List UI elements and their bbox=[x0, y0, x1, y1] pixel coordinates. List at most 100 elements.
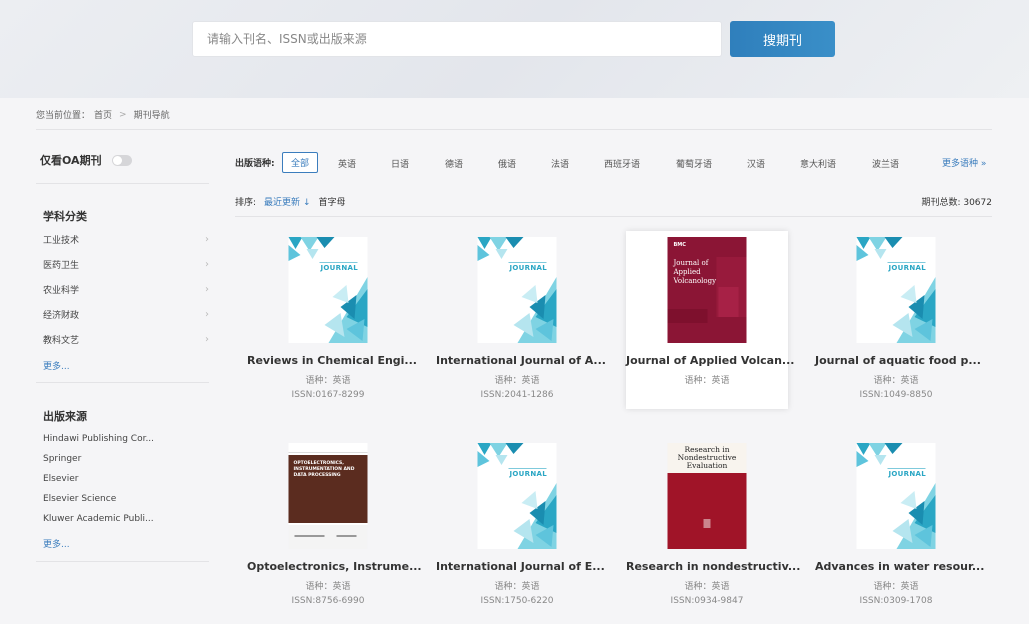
oa-filter: 仅看OA期刊 bbox=[40, 152, 132, 168]
journal-issn: ISSN:0309-1708 bbox=[859, 596, 933, 606]
total-value: 30672 bbox=[963, 198, 992, 208]
breadcrumb-prefix: 您当前位置： bbox=[36, 111, 91, 121]
language-chip[interactable]: 法语 bbox=[551, 157, 569, 170]
language-chip[interactable]: 西班牙语 bbox=[604, 157, 640, 170]
publisher-item[interactable]: Hindawi Publishing Cor... bbox=[43, 434, 209, 444]
oa-label: 仅看OA期刊 bbox=[40, 154, 102, 167]
language-filter-label: 出版语种: bbox=[235, 159, 275, 169]
research-cover-title: Research in Nondestructive Evaluation bbox=[677, 445, 737, 470]
journal-cover-art bbox=[856, 443, 936, 549]
journal-cover-art bbox=[288, 237, 368, 343]
publisher-item[interactable]: Elsevier bbox=[43, 474, 209, 484]
language-chip[interactable]: 汉语 bbox=[747, 157, 765, 170]
subject-item[interactable]: 经济财政 › bbox=[43, 308, 209, 321]
journal-title[interactable]: Research in nondestructiv... bbox=[626, 560, 800, 573]
journal-card[interactable]: BMC Journal of Applied Volcanology Journ… bbox=[626, 231, 794, 409]
journal-cover[interactable]: JOURNAL bbox=[856, 237, 936, 343]
sort-alpha-button[interactable]: 首字母 bbox=[318, 195, 345, 208]
journal-card[interactable]: OPTOELECTRONICS, INSTRUMENTATION AND DAT… bbox=[247, 437, 422, 615]
publisher-item[interactable]: Elsevier Science bbox=[43, 494, 209, 504]
journal-cover[interactable]: Research in Nondestructive Evaluation bbox=[667, 443, 747, 549]
journal-card[interactable]: JOURNAL Advances in water resour... 语种：英语… bbox=[815, 437, 984, 615]
chevron-right-icon: › bbox=[205, 334, 209, 345]
journal-language: 语种：英语 bbox=[305, 582, 351, 592]
divider bbox=[235, 216, 992, 217]
journal-cover[interactable]: BMC Journal of Applied Volcanology bbox=[667, 237, 747, 343]
journal-title[interactable]: Optoelectronics, Instrume... bbox=[247, 560, 422, 573]
journal-issn: ISSN:0167-8299 bbox=[291, 390, 365, 400]
journal-cover[interactable]: JOURNAL bbox=[477, 443, 557, 549]
journal-cover-art bbox=[477, 237, 557, 343]
journal-card[interactable]: JOURNAL Reviews in Chemical Engi... 语种：英语… bbox=[247, 231, 417, 409]
journal-card[interactable]: JOURNAL International Journal of A... 语种：… bbox=[436, 231, 606, 409]
cover-journal-word: JOURNAL bbox=[509, 264, 547, 272]
journal-language: 语种：英语 bbox=[873, 376, 919, 386]
journal-cover[interactable]: JOURNAL bbox=[856, 443, 936, 549]
search-input[interactable] bbox=[192, 21, 722, 57]
journal-title[interactable]: Reviews in Chemical Engi... bbox=[247, 354, 417, 367]
subject-item[interactable]: 农业科学 › bbox=[43, 283, 209, 296]
chevron-right-icon: › bbox=[205, 234, 209, 245]
publisher-item[interactable]: Springer bbox=[43, 454, 209, 464]
language-chip[interactable]: 德语 bbox=[445, 157, 463, 170]
bmc-brand: BMC bbox=[673, 242, 686, 248]
journal-title[interactable]: Journal of Applied Volcan... bbox=[626, 354, 794, 367]
journal-card[interactable]: JOURNAL International Journal of E... 语种：… bbox=[436, 437, 605, 615]
subject-item[interactable]: 教科文艺 › bbox=[43, 333, 209, 346]
subject-item[interactable]: 医药卫生 › bbox=[43, 258, 209, 271]
sort-label: 排序: bbox=[235, 198, 257, 208]
search-button[interactable]: 搜期刊 bbox=[730, 21, 835, 57]
journal-card[interactable]: JOURNAL Journal of aquatic food p... 语种：英… bbox=[815, 231, 981, 409]
divider bbox=[36, 382, 209, 383]
bmc-cover-title: Journal of Applied Volcanology bbox=[673, 259, 717, 285]
more-languages-link[interactable]: 更多语种 » bbox=[942, 156, 986, 169]
language-chip[interactable]: 俄语 bbox=[498, 157, 516, 170]
sort-latest-label: 最近更新 bbox=[264, 198, 301, 208]
divider bbox=[36, 183, 209, 184]
subject-more-link[interactable]: 更多... bbox=[43, 359, 70, 372]
publisher-label: Kluwer Academic Publi... bbox=[43, 514, 154, 524]
cover-journal-word: JOURNAL bbox=[888, 264, 926, 272]
subject-item[interactable]: 工业技术 › bbox=[43, 233, 209, 246]
language-chip-all[interactable]: 全部 bbox=[282, 152, 319, 173]
language-chip[interactable]: 波兰语 bbox=[872, 157, 899, 170]
journal-title[interactable]: International Journal of A... bbox=[436, 354, 606, 367]
journal-title[interactable]: International Journal of E... bbox=[436, 560, 605, 573]
journal-cover[interactable]: OPTOELECTRONICS, INSTRUMENTATION AND DAT… bbox=[288, 443, 368, 549]
language-chip[interactable]: 英语 bbox=[338, 157, 356, 170]
subject-title: 学科分类 bbox=[43, 210, 87, 223]
subject-label: 农业科学 bbox=[43, 286, 80, 296]
chevron-right-icon: › bbox=[205, 259, 209, 270]
total-label: 期刊总数: bbox=[921, 198, 961, 208]
sort-latest-button[interactable]: 最近更新 ↓ bbox=[264, 195, 310, 208]
publisher-label: Elsevier bbox=[43, 474, 79, 484]
publisher-more-link[interactable]: 更多... bbox=[43, 537, 70, 550]
publisher-label: Hindawi Publishing Cor... bbox=[43, 434, 155, 444]
opto-cover-art bbox=[288, 443, 368, 549]
journal-issn: ISSN:2041-1286 bbox=[480, 390, 554, 400]
journal-cover-art bbox=[477, 443, 557, 549]
journal-language: 语种：英语 bbox=[684, 582, 730, 592]
breadcrumb: 您当前位置： 首页 > 期刊导航 bbox=[36, 108, 170, 122]
oa-toggle[interactable] bbox=[111, 154, 132, 166]
journal-cover[interactable]: JOURNAL bbox=[288, 237, 368, 343]
journal-card[interactable]: Research in Nondestructive Evaluation Re… bbox=[626, 437, 800, 615]
arrow-down-icon: ↓ bbox=[302, 198, 311, 208]
publisher-item[interactable]: Kluwer Academic Publi... bbox=[43, 514, 209, 524]
journal-total: 期刊总数: 30672 bbox=[921, 195, 992, 208]
language-chip[interactable]: 意大利语 bbox=[800, 157, 836, 170]
language-chip[interactable]: 葡萄牙语 bbox=[676, 157, 712, 170]
breadcrumb-home[interactable]: 首页 bbox=[94, 108, 112, 121]
subject-label: 医药卫生 bbox=[43, 261, 80, 271]
journal-issn: ISSN:0934-9847 bbox=[670, 596, 744, 606]
journal-title[interactable]: Advances in water resour... bbox=[815, 560, 984, 573]
journal-language: 语种：英语 bbox=[305, 376, 351, 386]
search-banner: 搜期刊 bbox=[0, 0, 1029, 98]
journal-cover[interactable]: JOURNAL bbox=[477, 237, 557, 343]
language-chip[interactable]: 日语 bbox=[391, 157, 409, 170]
cover-journal-word: JOURNAL bbox=[320, 264, 358, 272]
more-languages-label: 更多语种 bbox=[942, 159, 979, 169]
journal-title[interactable]: Journal of aquatic food p... bbox=[815, 354, 981, 367]
divider bbox=[36, 129, 992, 130]
journal-language: 语种：英语 bbox=[494, 582, 540, 592]
